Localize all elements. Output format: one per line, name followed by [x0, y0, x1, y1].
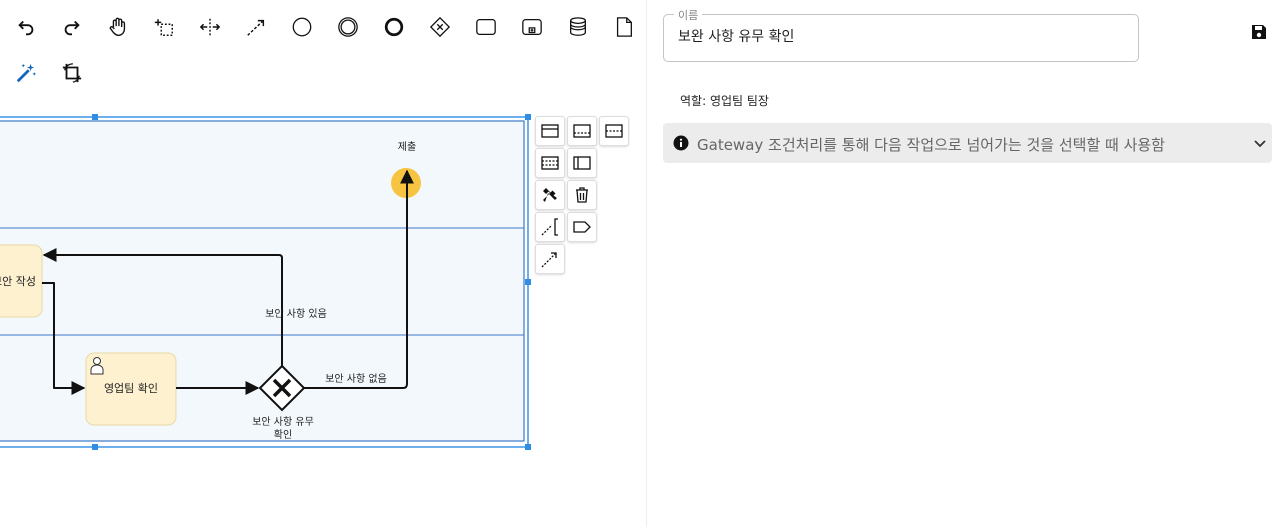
flow-yes-label: 보안 사항 있음	[265, 308, 327, 320]
chevron-down-icon[interactable]	[1253, 136, 1267, 150]
tag-icon[interactable]	[567, 212, 597, 242]
properties-panel: 이름 역할: 영업팀 팀장 Gateway 조건처리를 통해 다음 작업으로 넘…	[647, 0, 1272, 527]
text-annotation-icon[interactable]	[535, 212, 565, 242]
resize-handle[interactable]	[92, 114, 98, 120]
resize-handle[interactable]	[525, 444, 531, 450]
divide-two-lanes-icon[interactable]	[567, 116, 597, 146]
name-field-legend: 이름	[674, 7, 703, 23]
add-lane-above-icon[interactable]	[535, 116, 565, 146]
wrench-icon[interactable]	[535, 180, 565, 210]
pool-header-icon[interactable]	[567, 148, 597, 178]
add-lane-below-icon[interactable]	[535, 148, 565, 178]
diagram-editor: 제출 보안 작성 영업팀 확인 보안 사항 유무 확인 보안 사항 있음 보안 …	[0, 0, 646, 527]
end-event-label: 제출	[398, 141, 416, 153]
task-proposal-label: 보안 작성	[0, 275, 36, 288]
flow-no-label: 보안 사항 없음	[325, 372, 387, 385]
name-field[interactable]: 이름	[663, 7, 1139, 62]
role-text: 역할: 영업팀 팀장	[680, 94, 769, 108]
resize-handle[interactable]	[525, 114, 531, 120]
info-text: Gateway 조건처리를 통해 다음 작업으로 넘어가는 것을 선택할 때 사…	[697, 136, 1165, 154]
name-input[interactable]	[678, 28, 1118, 44]
gateway-label-line1: 보안 사항 유무	[252, 416, 314, 428]
gateway-label-line2: 확인	[274, 429, 292, 441]
info-accordion[interactable]: Gateway 조건처리를 통해 다음 작업으로 넘어가는 것을 선택할 때 사…	[663, 123, 1272, 163]
save-icon[interactable]	[1249, 22, 1269, 42]
divide-three-lanes-icon[interactable]	[599, 116, 629, 146]
pool[interactable]	[0, 120, 525, 442]
resize-handle[interactable]	[92, 444, 98, 450]
info-icon	[673, 135, 689, 151]
resize-handle[interactable]	[525, 279, 531, 285]
trash-icon[interactable]	[567, 180, 597, 210]
task-sales-label: 영업팀 확인	[104, 382, 158, 395]
connect-icon[interactable]	[535, 244, 565, 274]
